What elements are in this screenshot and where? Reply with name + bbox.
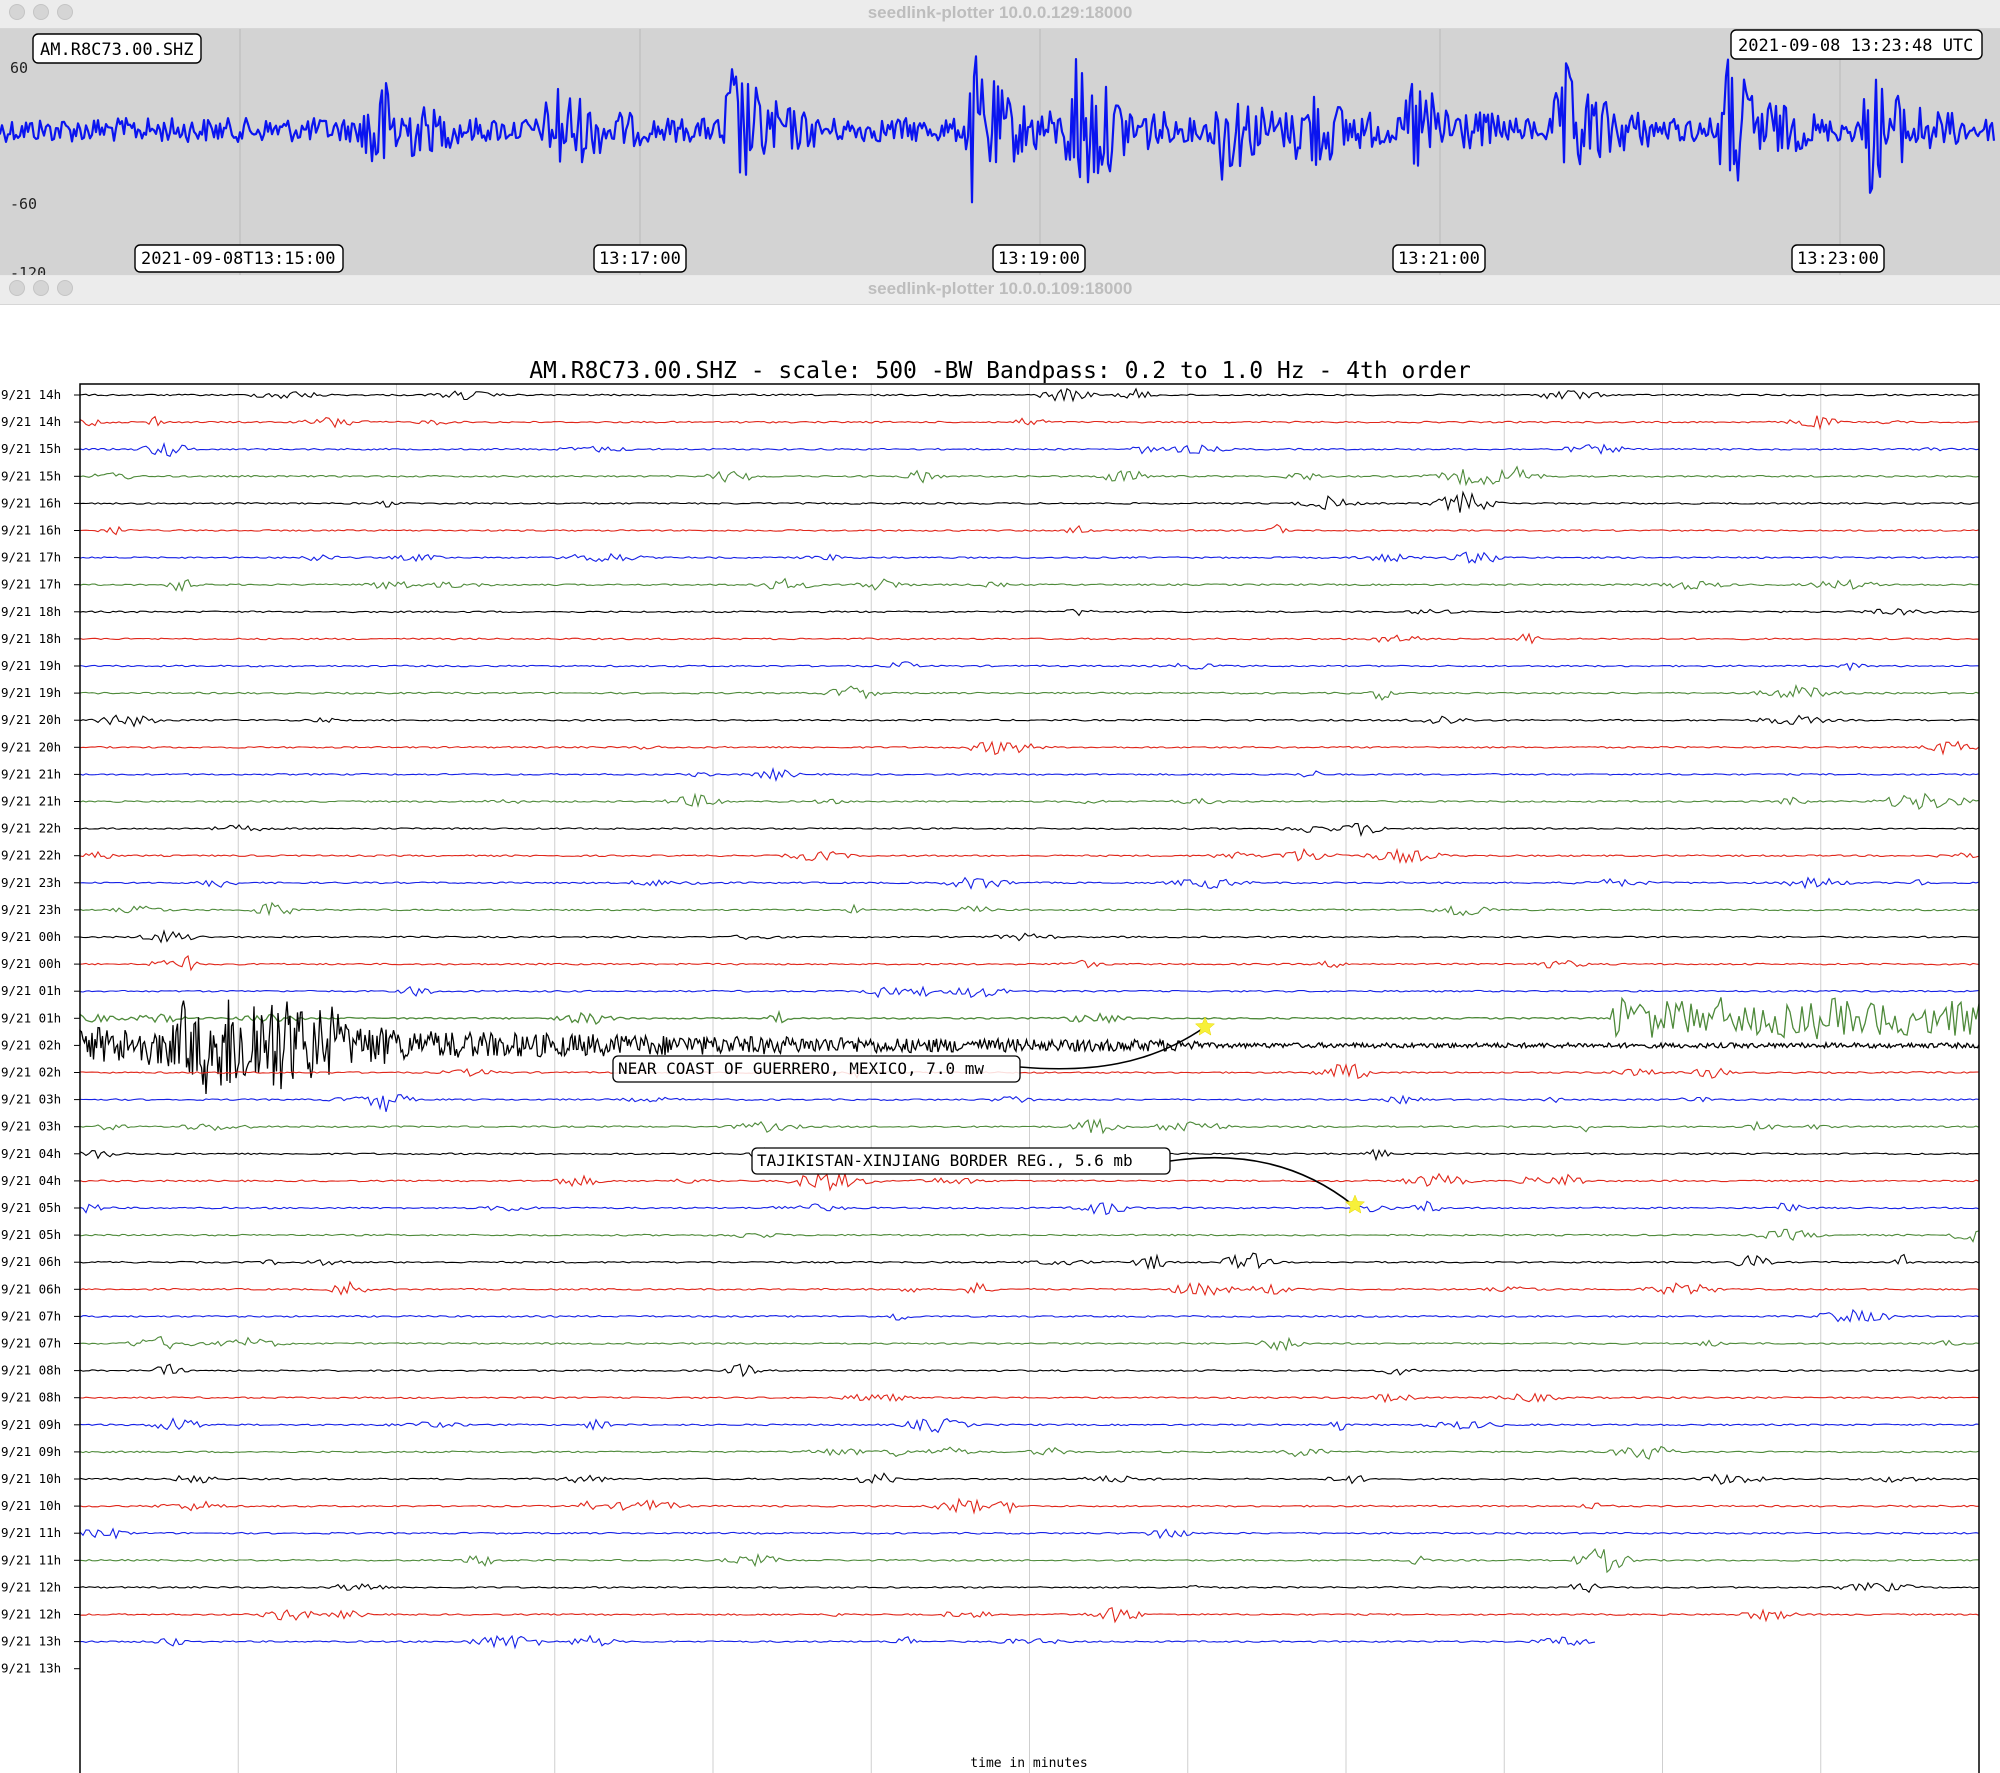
- row-label: 9/21 01h: [1, 1010, 61, 1025]
- x-tick-label-2: 13:19:00: [998, 249, 1080, 269]
- x-tick-label-0: 2021-09-08T13:15:00: [141, 249, 335, 269]
- row-label: 9/21 16h: [1, 523, 61, 538]
- x-tick-label-1: 13:17:00: [599, 249, 681, 269]
- x-tick-label-3: 13:21:00: [1398, 249, 1480, 269]
- row-label: 9/21 21h: [1, 794, 61, 809]
- row-label: 9/21 10h: [1, 1498, 61, 1513]
- row-label: 9/21 12h: [1, 1579, 61, 1594]
- row-label: 9/21 22h: [1, 848, 61, 863]
- row-label: 9/21 05h: [1, 1227, 61, 1242]
- row-label: 9/21 00h: [1, 929, 61, 944]
- row-label: 9/21 20h: [1, 712, 61, 727]
- row-label: 9/21 04h: [1, 1146, 61, 1161]
- x-tick-1: 13:17:00: [593, 244, 687, 273]
- station-label-box: AM.R8C73.00.SHZ: [32, 33, 202, 64]
- row-label: 9/21 03h: [1, 1092, 61, 1107]
- row-label: 9/21 22h: [1, 821, 61, 836]
- row-label: 9/21 20h: [1, 739, 61, 754]
- x-tick-3: 13:21:00: [1392, 244, 1486, 273]
- row-label: 9/21 02h: [1, 1065, 61, 1080]
- dayplot: AM.R8C73.00.SHZ - scale: 500 -BW Bandpas…: [0, 305, 2000, 1773]
- row-label: 9/21 09h: [1, 1417, 61, 1432]
- row-label: 9/21 15h: [1, 441, 61, 456]
- row-label: 9/21 08h: [1, 1390, 61, 1405]
- row-label: 9/21 09h: [1, 1444, 61, 1459]
- x-tick-label-4: 13:23:00: [1797, 249, 1879, 269]
- y-tick-minus120: -120: [10, 264, 46, 275]
- x-tick-2: 13:19:00: [992, 244, 1086, 273]
- row-label: 9/21 06h: [1, 1254, 61, 1269]
- row-label: 9/21 11h: [1, 1552, 61, 1567]
- station-label: AM.R8C73.00.SHZ: [40, 40, 194, 60]
- row-label: 9/21 13h: [1, 1661, 61, 1676]
- row-label: 9/21 23h: [1, 902, 61, 917]
- y-tick-60: 60: [10, 59, 28, 77]
- row-label: 9/21 17h: [1, 577, 61, 592]
- row-label: 9/21 10h: [1, 1471, 61, 1486]
- row-label: 9/21 02h: [1, 1037, 61, 1052]
- x-axis-label: time in minutes: [970, 1756, 1087, 1771]
- row-label: 9/21 17h: [1, 550, 61, 565]
- window-1-title: seedlink-plotter 10.0.0.129:18000: [867, 3, 1133, 22]
- waveform-plot-1: 60 -60 -120 AM.R8C73.00.SHZ 2021-09-08 1…: [0, 29, 2000, 275]
- plot-1-background: [0, 29, 2000, 275]
- window-2-title: seedlink-plotter 10.0.0.109:18000: [867, 279, 1133, 298]
- timestamp-label: 2021-09-08 13:23:48 UTC: [1738, 36, 1973, 56]
- row-label: 9/21 18h: [1, 631, 61, 646]
- row-label: 9/21 14h: [1, 414, 61, 429]
- row-label: 9/21 19h: [1, 658, 61, 673]
- plot-title: AM.R8C73.00.SHZ - scale: 500 -BW Bandpas…: [529, 358, 1471, 384]
- row-label: 9/21 12h: [1, 1607, 61, 1622]
- row-label: 9/21 03h: [1, 1119, 61, 1134]
- guerrero-label-box: NEAR COAST OF GUERRERO, MEXICO, 7.0 mw: [612, 1055, 1021, 1083]
- x-tick-0: 2021-09-08T13:15:00: [134, 244, 344, 273]
- row-label: 9/21 21h: [1, 766, 61, 781]
- tajikistan-label: TAJIKISTAN-XINJIANG BORDER REG., 5.6 mb: [757, 1151, 1133, 1170]
- row-label: 9/21 08h: [1, 1363, 61, 1378]
- row-label: 9/21 15h: [1, 468, 61, 483]
- row-label: 9/21 00h: [1, 956, 61, 971]
- row-label: 9/21 16h: [1, 495, 61, 510]
- row-label: 9/21 07h: [1, 1336, 61, 1351]
- row-label: 9/21 06h: [1, 1281, 61, 1296]
- row-label: 9/21 07h: [1, 1308, 61, 1323]
- window-2-titlebar[interactable]: seedlink-plotter 10.0.0.109:18000: [0, 276, 2000, 305]
- guerrero-label: NEAR COAST OF GUERRERO, MEXICO, 7.0 mw: [618, 1059, 984, 1078]
- seedlink-window-2: seedlink-plotter 10.0.0.109:18000 AM.R8C…: [0, 276, 2000, 1773]
- row-label: 9/21 19h: [1, 685, 61, 700]
- row-label: 9/21 18h: [1, 604, 61, 619]
- row-label: 9/21 04h: [1, 1173, 61, 1188]
- row-label: 9/21 13h: [1, 1634, 61, 1649]
- y-tick-minus60: -60: [10, 195, 37, 213]
- row-label: 9/21 23h: [1, 875, 61, 890]
- row-label: 9/21 14h: [1, 387, 61, 402]
- row-label: 9/21 11h: [1, 1525, 61, 1540]
- x-tick-4: 13:23:00: [1791, 244, 1885, 273]
- window-1-titlebar[interactable]: seedlink-plotter 10.0.0.129:18000: [0, 0, 2000, 29]
- seedlink-window-1: seedlink-plotter 10.0.0.129:18000 60 -60…: [0, 0, 2000, 276]
- row-label: 9/21 05h: [1, 1200, 61, 1215]
- tajikistan-label-box: TAJIKISTAN-XINJIANG BORDER REG., 5.6 mb: [751, 1147, 1171, 1175]
- row-label: 9/21 01h: [1, 983, 61, 998]
- timestamp-box: 2021-09-08 13:23:48 UTC: [1730, 29, 1983, 60]
